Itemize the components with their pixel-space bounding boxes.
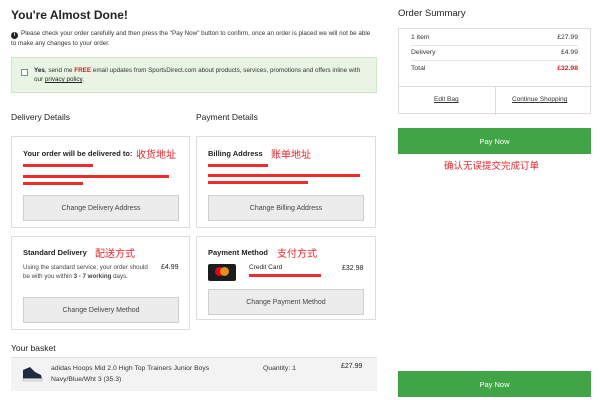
optin-free: FREE <box>74 67 92 74</box>
redaction-mark <box>249 274 321 277</box>
basket-item: adidas Hoops Mid 2.0 High Top Trainers J… <box>11 357 377 391</box>
continue-shopping-link[interactable]: Continue Shopping <box>512 96 567 103</box>
summary-value: £27.99 <box>557 34 578 41</box>
basket-title: Your basket <box>11 343 56 353</box>
payment-method-annotation: 支付方式 <box>277 249 317 260</box>
order-summary-title: Order Summary <box>398 8 466 19</box>
delivery-price: £4.99 <box>161 264 179 271</box>
delivery-desc-suffix: days. <box>111 272 128 280</box>
optin-end: . <box>82 76 84 83</box>
summary-value: £4.99 <box>560 49 578 56</box>
change-delivery-method-button[interactable]: Change Delivery Method <box>23 297 179 323</box>
summary-row-total: Total £32.98 <box>411 64 578 77</box>
edit-bag-link[interactable]: Edit Bag <box>434 96 459 103</box>
delivery-method-title: Standard Delivery <box>23 248 87 257</box>
order-summary-box: 1 item £27.99 Delivery £4.99 Total £32.9… <box>398 28 592 115</box>
mastercard-icon <box>208 264 236 281</box>
shoe-thumbnail-icon <box>22 367 43 382</box>
payment-method-card: Payment Method 支付方式 Credit Card £32.98 C… <box>196 236 376 320</box>
info-icon: i <box>11 32 18 39</box>
basket-item-variant: Navy/Blue/Wht 3 (35.3) <box>51 376 122 383</box>
summary-label: Delivery <box>411 49 436 56</box>
pay-now-button[interactable]: Pay Now <box>398 128 591 154</box>
delivery-address-annotation: 收货地址 <box>136 150 176 161</box>
summary-label: 1 item <box>411 34 430 41</box>
payment-details-title: Payment Details <box>196 112 258 122</box>
billing-address-annotation: 账单地址 <box>271 150 311 161</box>
billing-address-title: Billing Address <box>208 149 263 158</box>
redaction-mark <box>23 182 83 185</box>
optin-checkbox[interactable] <box>21 69 28 76</box>
summary-row-delivery: Delivery £4.99 <box>411 48 578 61</box>
delivery-desc-bold: 3 - 7 working <box>73 272 112 280</box>
summary-total-value: £32.98 <box>557 65 578 72</box>
delivery-address-title: Your order will be delivered to: <box>23 149 133 158</box>
redaction-mark <box>208 181 308 184</box>
payment-total: £32.98 <box>342 265 364 272</box>
optin-yes: Yes <box>34 67 45 74</box>
summary-label: Total <box>411 65 426 72</box>
change-payment-method-button[interactable]: Change Payment Method <box>208 289 364 315</box>
change-delivery-address-button[interactable]: Change Delivery Address <box>23 195 179 221</box>
redaction-mark <box>208 164 268 167</box>
basket-item-price: £27.99 <box>341 363 363 370</box>
card-label: Credit Card <box>249 264 283 271</box>
basket-item-name: adidas Hoops Mid 2.0 High Top Trainers J… <box>51 365 210 372</box>
payment-method-title: Payment Method <box>208 248 269 257</box>
delivery-method-annotation: 配送方式 <box>95 249 135 260</box>
optin-text-before: , send me <box>44 67 75 74</box>
billing-address-card: Billing Address 账单地址 Change Billing Addr… <box>196 136 376 228</box>
summary-row-items: 1 item £27.99 <box>411 33 578 46</box>
order-notice: i Please check your order carefully and t… <box>11 29 377 48</box>
delivery-details-title: Delivery Details <box>11 112 71 122</box>
redaction-mark <box>208 174 360 177</box>
redaction-mark <box>23 175 169 178</box>
email-optin: Yes, send me FREE email updates from Spo… <box>11 57 377 93</box>
links-divider <box>495 87 496 115</box>
privacy-policy-link[interactable]: privacy policy <box>45 76 82 83</box>
delivery-method-description: Using the standard service, your order s… <box>23 264 151 281</box>
pay-now-annotation: 确认无误提交完成订单 <box>444 161 540 172</box>
redaction-mark <box>23 164 93 167</box>
notice-text: Please check your order carefully and th… <box>11 30 371 47</box>
summary-links: Edit Bag Continue Shopping <box>399 86 592 115</box>
delivery-address-card: Your order will be delivered to: 收货地址 Ch… <box>11 136 190 228</box>
pay-now-button-bottom[interactable]: Pay Now <box>398 371 591 397</box>
page-title: You're Almost Done! <box>11 8 128 22</box>
basket-item-quantity: Quantity: 1 <box>263 365 296 372</box>
delivery-method-card: Standard Delivery 配送方式 £4.99 Using the s… <box>11 236 190 330</box>
change-billing-address-button[interactable]: Change Billing Address <box>208 195 364 221</box>
